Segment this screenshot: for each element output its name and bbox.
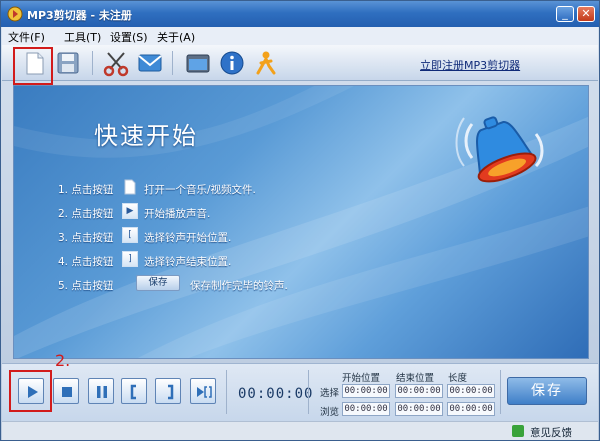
title-bar[interactable]: MP3剪切器 - 未注册 _ ✕ xyxy=(1,1,599,27)
pause-button[interactable] xyxy=(88,378,114,404)
pause-icon xyxy=(97,386,107,398)
divider xyxy=(500,370,501,414)
toolbar-separator xyxy=(172,51,173,75)
step-5-label: 点击按钮 xyxy=(71,280,114,292)
select-start-field[interactable]: 00:00:00 xyxy=(342,384,390,398)
window-title: MP3剪切器 - 未注册 xyxy=(27,9,132,22)
browse-end-field[interactable]: 00:00:00 xyxy=(395,402,443,416)
window-icon xyxy=(186,54,210,73)
cut-button[interactable] xyxy=(102,49,130,77)
mark-end-button[interactable] xyxy=(155,378,181,404)
play-selection-button[interactable] xyxy=(190,378,216,404)
menu-settings[interactable]: 设置(S) xyxy=(110,29,148,45)
menu-bar: 文件(F) 工具(T) 设置(S) 关于(A) xyxy=(2,27,598,45)
step-2-label: 点击按钮 xyxy=(71,208,114,220)
register-button[interactable] xyxy=(252,49,280,77)
step-4-label: 点击按钮 xyxy=(71,256,114,268)
header-end: 结束位置 xyxy=(396,373,435,384)
menu-file[interactable]: 文件(F) xyxy=(8,29,45,45)
select-end-field[interactable]: 00:00:00 xyxy=(395,384,443,398)
stop-icon xyxy=(62,387,72,397)
info-button[interactable] xyxy=(218,49,246,77)
step-3-desc: 选择铃声开始位置. xyxy=(144,232,232,244)
bell-icon xyxy=(455,116,544,183)
quick-start-panel: 快速开始 1. 点击按钮 打开一个音乐/视频文件. 2. 点击按钮 ▶ 开始播放… xyxy=(13,85,589,359)
toolbar: 立即注册MP3剪切器 xyxy=(2,45,598,81)
step-4-desc: 选择铃声结束位置. xyxy=(144,256,232,268)
step-5-num: 5. xyxy=(58,280,69,292)
running-person-icon xyxy=(256,51,276,75)
scissors-icon xyxy=(103,52,129,77)
stop-button[interactable] xyxy=(53,378,79,404)
highlight-box-1 xyxy=(13,47,53,85)
divider xyxy=(308,370,309,414)
play-icon: ▶ xyxy=(122,203,138,219)
mark-start-icon xyxy=(130,384,136,400)
mark-end-icon: ] xyxy=(122,251,138,267)
toolbar-separator xyxy=(92,51,93,75)
new-file-icon xyxy=(124,179,136,195)
step-3-label: 点击按钮 xyxy=(71,232,114,244)
step-1-label: 点击按钮 xyxy=(71,184,114,196)
app-window: MP3剪切器 - 未注册 _ ✕ 文件(F) 工具(T) 设置(S) 关于(A) xyxy=(0,0,600,441)
step-3-num: 3. xyxy=(58,232,69,244)
status-bar: 意见反馈 xyxy=(2,421,598,440)
step-2-desc: 开始播放声音. xyxy=(144,208,211,220)
mark-start-button[interactable] xyxy=(121,378,147,404)
minimize-button[interactable]: _ xyxy=(556,6,574,22)
quick-start-title: 快速开始 xyxy=(94,122,198,150)
header-start: 开始位置 xyxy=(342,373,381,384)
feedback-icon xyxy=(512,425,524,437)
step-4-num: 4. xyxy=(58,256,69,268)
save-toolbar-button[interactable] xyxy=(54,49,82,77)
save-mini-button: 保存 xyxy=(136,275,180,291)
play-selection-icon xyxy=(197,386,212,398)
menu-about[interactable]: 关于(A) xyxy=(157,29,195,45)
header-length: 长度 xyxy=(448,373,468,384)
close-button[interactable]: ✕ xyxy=(577,6,595,22)
step-1-num: 1. xyxy=(58,184,69,196)
current-time: 00:00:00 xyxy=(238,386,314,402)
info-icon xyxy=(220,51,244,75)
select-length-field[interactable]: 00:00:00 xyxy=(447,384,495,398)
step-1-desc: 打开一个音乐/视频文件. xyxy=(144,184,256,196)
window-button[interactable] xyxy=(184,49,212,77)
row-select-label: 选择 xyxy=(320,388,340,399)
browse-length-field[interactable]: 00:00:00 xyxy=(447,402,495,416)
floppy-disk-icon xyxy=(57,52,79,74)
menu-tools[interactable]: 工具(T) xyxy=(64,29,101,45)
save-button[interactable]: 保存 xyxy=(507,377,587,405)
step-5-desc: 保存制作完毕的铃声. xyxy=(190,280,288,292)
envelope-icon xyxy=(138,54,162,72)
highlight-box-2 xyxy=(9,370,52,412)
row-browse-label: 浏览 xyxy=(320,407,340,418)
app-logo-icon xyxy=(7,6,23,22)
email-button[interactable] xyxy=(136,49,164,77)
feedback-link[interactable]: 意见反馈 xyxy=(530,425,572,440)
divider xyxy=(226,370,227,414)
mark-start-icon: [ xyxy=(122,227,138,243)
browse-start-field[interactable]: 00:00:00 xyxy=(342,402,390,416)
register-link[interactable]: 立即注册MP3剪切器 xyxy=(420,57,520,73)
mark-end-icon xyxy=(168,384,174,400)
step-2-num: 2. xyxy=(58,208,69,220)
playback-controls: 00:00:00 开始位置 结束位置 长度 选择 00:00:00 00:00:… xyxy=(2,363,598,421)
highlight-label-2: 2. xyxy=(55,351,71,370)
